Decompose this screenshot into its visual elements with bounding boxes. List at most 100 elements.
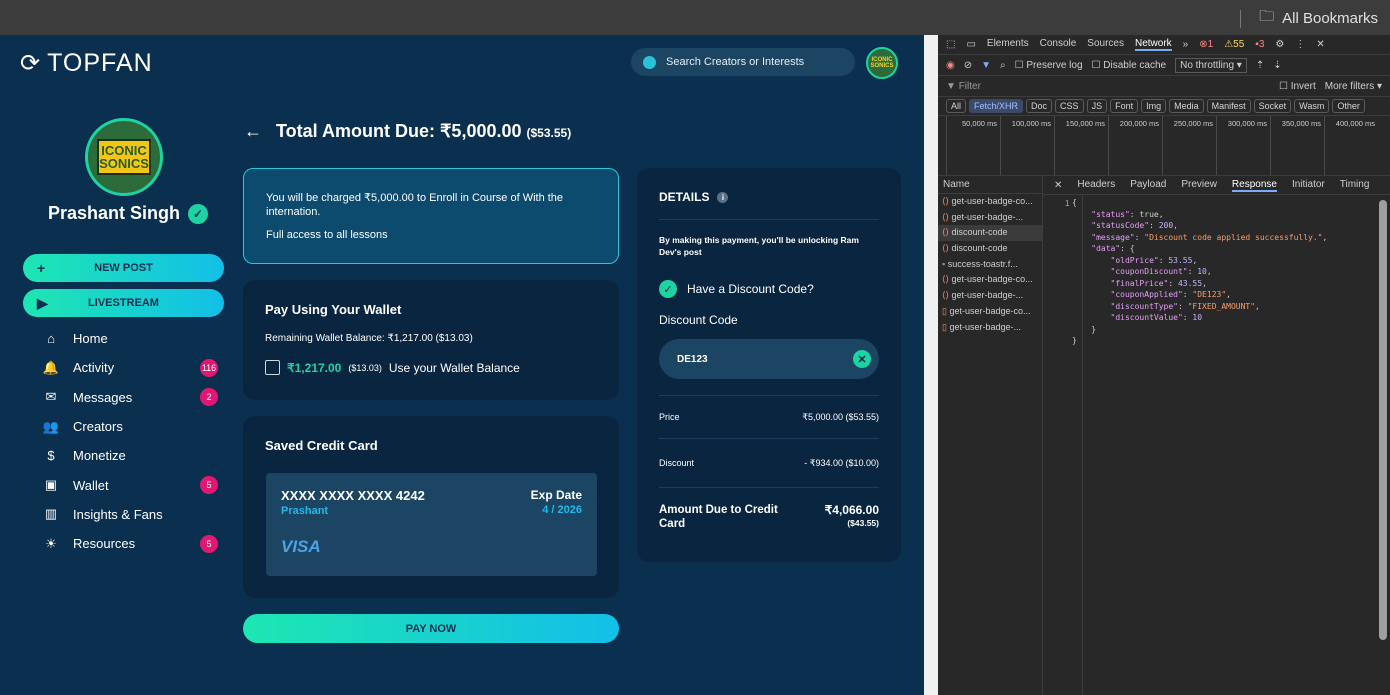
request-row[interactable]: ⟨⟩ discount-code bbox=[938, 241, 1042, 257]
filter-manifest[interactable]: Manifest bbox=[1206, 99, 1251, 113]
timeline-tick: 100,000 ms bbox=[1000, 116, 1054, 175]
tab-timing[interactable]: Timing bbox=[1340, 179, 1370, 192]
discount-toggle[interactable]: ✓ Have a Discount Code? bbox=[659, 280, 879, 298]
wallet-checkbox[interactable] bbox=[265, 360, 280, 375]
livestream-button[interactable]: ▶ LIVESTREAM bbox=[23, 289, 224, 317]
request-row[interactable]: ⟨⟩ get-user-badge-co... bbox=[938, 272, 1042, 288]
sidebar-item-insights[interactable]: ▥ Insights & Fans bbox=[42, 500, 222, 529]
filter-icon[interactable]: ▼ bbox=[981, 60, 991, 71]
tab-sources[interactable]: Sources bbox=[1087, 38, 1124, 51]
tab-payload[interactable]: Payload bbox=[1130, 179, 1166, 192]
close-icon[interactable]: ✕ bbox=[1054, 180, 1062, 191]
lightbulb-icon: ☀ bbox=[45, 535, 57, 551]
filter-css[interactable]: CSS bbox=[1055, 99, 1084, 113]
clear-icon[interactable]: ⊘ bbox=[964, 60, 972, 71]
filter-fetchxhr[interactable]: Fetch/XHR bbox=[969, 99, 1024, 113]
request-row[interactable]: ⟨⟩ discount-code bbox=[938, 225, 1042, 242]
all-bookmarks-button[interactable]: 🗀 All Bookmarks bbox=[1240, 6, 1378, 31]
request-row[interactable]: ⟨⟩ get-user-badge-... bbox=[938, 210, 1042, 226]
filter-img[interactable]: Img bbox=[1141, 99, 1167, 113]
request-name: discount-code bbox=[951, 227, 1008, 238]
issue-count[interactable]: ▪3 bbox=[1255, 39, 1264, 50]
tab-network[interactable]: Network bbox=[1134, 38, 1172, 51]
resource-type-filters: All Fetch/XHR Doc CSS JS Font Img Media Manifest… bbox=[938, 97, 1390, 116]
scrollbar[interactable] bbox=[1379, 200, 1387, 640]
sidebar-item-messages[interactable]: ✉ Messages 2 bbox=[42, 383, 222, 412]
timeline-tick: 150,000 ms bbox=[1054, 116, 1108, 175]
filter-other[interactable]: Other bbox=[1332, 99, 1365, 113]
error-count[interactable]: ⊗1 bbox=[1199, 39, 1213, 50]
wallet-balance-option[interactable]: ₹1,217.00 ($13.03) Use your Wallet Balan… bbox=[265, 360, 597, 375]
filter-input[interactable]: ▼ Filter bbox=[946, 81, 1270, 92]
filter-wasm[interactable]: Wasm bbox=[1294, 99, 1330, 113]
sidebar-item-creators[interactable]: 👥 Creators bbox=[42, 412, 222, 441]
settings-icon[interactable]: ⚙ bbox=[1275, 39, 1284, 50]
request-row[interactable]: ▪ success-toastr.f... bbox=[938, 257, 1042, 273]
menu-icon[interactable]: ⋮ bbox=[1295, 39, 1305, 50]
more-filters-dropdown[interactable]: More filters ▾ bbox=[1325, 81, 1382, 92]
browser-bookmarks-bar: 🗀 All Bookmarks bbox=[0, 0, 1390, 35]
sidebar-item-home[interactable]: ⌂ Home bbox=[42, 324, 222, 353]
sidebar-item-monetize[interactable]: $ Monetize bbox=[42, 441, 222, 470]
network-timeline[interactable]: 50,000 ms 100,000 ms 150,000 ms 200,000 ms 2… bbox=[938, 116, 1390, 176]
sidebar-item-resources[interactable]: ☀ Resources 5 bbox=[42, 529, 222, 558]
clear-icon[interactable]: ✕ bbox=[853, 350, 871, 368]
request-row[interactable]: ⟨⟩ get-user-badge-co... bbox=[938, 194, 1042, 210]
warning-count[interactable]: ⚠55 bbox=[1224, 39, 1244, 50]
discount-row: Discount - ₹934.00 ($10.00) bbox=[659, 439, 879, 488]
filter-bar: ▼ Filter ☐ Invert More filters ▾ bbox=[938, 76, 1390, 97]
logo[interactable]: ⟳ TOPFAN bbox=[20, 49, 153, 78]
panel-divider[interactable] bbox=[924, 35, 938, 695]
filter-doc[interactable]: Doc bbox=[1026, 99, 1053, 113]
more-tabs-icon[interactable]: » bbox=[1183, 39, 1189, 50]
disable-cache-checkbox[interactable]: ☐ Disable cache bbox=[1092, 60, 1167, 71]
search-icon bbox=[643, 55, 656, 69]
timeline-tick: 350,000 ms bbox=[1270, 116, 1324, 175]
network-toolbar: ◉ ⊘ ▼ ⌕ ☐ Preserve log ☐ Disable cache No t… bbox=[938, 55, 1390, 76]
plus-icon: + bbox=[37, 260, 46, 276]
upload-icon[interactable]: ⇡ bbox=[1256, 60, 1264, 71]
filter-media[interactable]: Media bbox=[1169, 99, 1204, 113]
device-icon[interactable]: ▭ bbox=[966, 39, 975, 50]
request-name: discount-code bbox=[951, 243, 1008, 254]
wallet-balance: Remaining Wallet Balance: ₹1,217.00 ($13… bbox=[265, 333, 473, 344]
tab-console[interactable]: Console bbox=[1040, 38, 1077, 51]
inspect-icon[interactable]: ⬚ bbox=[946, 39, 955, 50]
new-post-button[interactable]: + NEW POST bbox=[23, 254, 224, 282]
sidebar-item-label: Wallet bbox=[73, 477, 109, 493]
invert-checkbox[interactable]: ☐ Invert bbox=[1279, 81, 1316, 92]
tab-headers[interactable]: Headers bbox=[1077, 179, 1115, 192]
filter-font[interactable]: Font bbox=[1110, 99, 1139, 113]
filter-socket[interactable]: Socket bbox=[1253, 99, 1292, 113]
download-icon[interactable]: ⇣ bbox=[1273, 60, 1281, 71]
info-icon[interactable]: i bbox=[717, 191, 729, 203]
pay-now-button[interactable]: PAY NOW bbox=[243, 614, 619, 643]
sidebar-item-wallet[interactable]: ▣ Wallet 5 bbox=[42, 470, 222, 499]
close-icon[interactable]: ✕ bbox=[1316, 39, 1324, 50]
filter-js[interactable]: JS bbox=[1086, 99, 1108, 113]
tab-elements[interactable]: Elements bbox=[987, 38, 1029, 51]
tab-initiator[interactable]: Initiator bbox=[1292, 179, 1325, 192]
credit-card[interactable]: XXXX XXXX XXXX 4242 Prashant Exp Date 4 / … bbox=[266, 473, 597, 576]
request-icon: ⟨⟩ bbox=[942, 211, 952, 222]
filter-all[interactable]: All bbox=[946, 99, 967, 113]
record-icon[interactable]: ◉ bbox=[946, 60, 955, 71]
tab-response[interactable]: Response bbox=[1231, 179, 1277, 192]
request-row[interactable]: ▯ get-user-badge-... bbox=[938, 320, 1042, 336]
request-row[interactable]: ⟨⟩ get-user-badge-... bbox=[938, 288, 1042, 304]
request-row[interactable]: ▯ get-user-badge-co... bbox=[938, 304, 1042, 320]
sidebar-item-label: Home bbox=[73, 331, 108, 347]
request-icon: ⟨⟩ bbox=[942, 290, 952, 301]
request-list: Name ⟨⟩ get-user-badge-co... ⟨⟩ get-user-… bbox=[938, 176, 1043, 695]
throttling-select[interactable]: No throttling ▾ bbox=[1175, 57, 1247, 73]
sidebar-item-activity[interactable]: 🔔 Activity 116 bbox=[42, 353, 222, 382]
search-icon[interactable]: ⌕ bbox=[1000, 60, 1006, 71]
wallet-card: Pay Using Your Wallet Remaining Wallet B… bbox=[243, 280, 619, 400]
discount-code-input[interactable]: DE123 ✕ bbox=[659, 339, 879, 379]
search-input[interactable]: Search Creators or Interests bbox=[631, 48, 855, 76]
tab-preview[interactable]: Preview bbox=[1181, 179, 1217, 192]
avatar[interactable]: ICONIC SONICS bbox=[866, 47, 898, 79]
sidebar-item-label: Monetize bbox=[73, 448, 126, 464]
preserve-log-checkbox[interactable]: ☐ Preserve log bbox=[1015, 60, 1083, 71]
back-arrow-icon[interactable]: ← bbox=[244, 121, 262, 142]
